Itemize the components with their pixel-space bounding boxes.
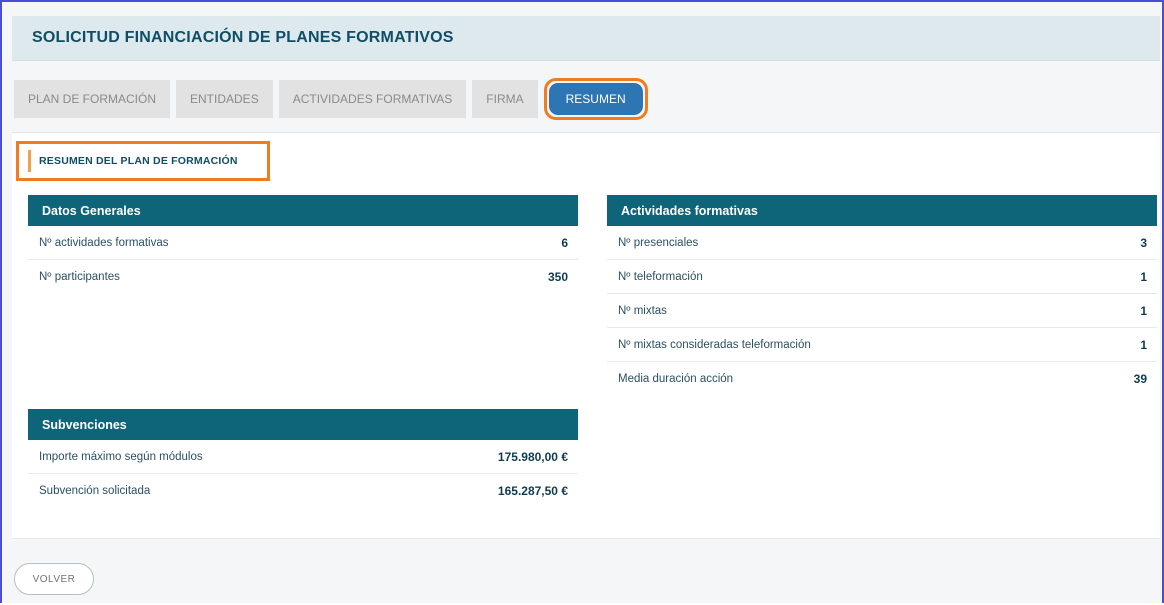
page-title: SOLICITUD FINANCIACIÓN DE PLANES FORMATI… [32,29,454,46]
row-value: 1 [1140,303,1147,318]
row-label: Subvención solicitada [39,485,151,497]
panel-datos-generales: Datos Generales Nº actividades formativa… [28,195,578,294]
section-title: RESUMEN DEL PLAN DE FORMACIÓN [39,155,238,167]
row-value: 3 [1140,235,1147,250]
row-value: 1 [1140,337,1147,352]
row-value: 1 [1140,269,1147,284]
panel-actividades-formativas: Actividades formativas Nº presenciales 3… [607,195,1157,396]
table-row: Nº presenciales 3 [607,226,1157,260]
tab-resumen[interactable]: RESUMEN [549,84,642,114]
section-title-marker [28,150,31,172]
tab-actividades-formativas[interactable]: ACTIVIDADES FORMATIVAS [278,80,467,118]
tab-bar: PLAN DE FORMACIÓN ENTIDADES ACTIVIDADES … [14,78,648,120]
row-value: 39 [1133,372,1147,386]
panel-header-datos-generales: Datos Generales [28,195,578,226]
table-row: Nº teleformación 1 [607,260,1157,294]
row-value: 165.287,50 € [497,484,568,498]
row-value: 175.980,00 € [497,449,568,464]
row-label: Nº teleformación [618,270,703,283]
back-button[interactable]: VOLVER [14,563,94,595]
table-row: Nº mixtas 1 [607,294,1157,328]
panel-header-subvenciones: Subvenciones [28,409,578,440]
tab-plan-de-formacion[interactable]: PLAN DE FORMACIÓN [14,80,171,118]
row-value: 6 [561,235,568,250]
section-title-highlight: RESUMEN DEL PLAN DE FORMACIÓN [16,141,270,181]
table-row: Media duración acción 39 [607,362,1157,396]
summary-content: RESUMEN DEL PLAN DE FORMACIÓN Datos Gene… [12,132,1160,539]
table-row: Importe máximo según módulos 175.980,00 … [28,440,578,474]
row-label: Nº mixtas [618,304,667,317]
row-label: Nº mixtas consideradas teleformación [618,338,811,351]
table-row: Nº mixtas consideradas teleformación 1 [607,328,1157,362]
table-row: Nº actividades formativas 6 [28,226,578,260]
row-value: 350 [547,270,568,284]
tab-resumen-highlight: RESUMEN [543,78,648,120]
table-row: Subvención solicitada 165.287,50 € [28,474,578,508]
row-label: Nº presenciales [618,236,699,249]
panel-header-actividades-formativas: Actividades formativas [607,195,1157,226]
row-label: Nº actividades formativas [39,236,169,249]
tab-entidades[interactable]: ENTIDADES [176,80,273,118]
panel-subvenciones: Subvenciones Importe máximo según módulo… [28,409,578,508]
tab-firma[interactable]: FIRMA [472,80,538,118]
page-header: SOLICITUD FINANCIACIÓN DE PLANES FORMATI… [12,16,1160,61]
row-label: Nº participantes [39,271,120,283]
table-row: Nº participantes 350 [28,260,578,294]
row-label: Importe máximo según módulos [39,450,203,463]
row-label: Media duración acción [618,373,734,385]
